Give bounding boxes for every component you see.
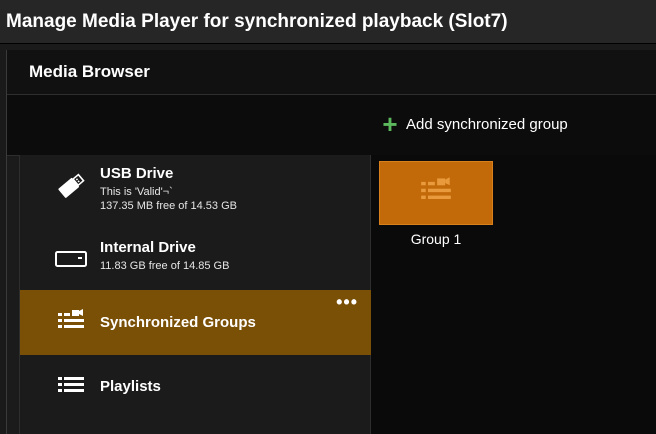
- drive-volume-label: This is 'Valid'¬`: [100, 186, 173, 198]
- sidebar-item-internal-drive[interactable]: Internal Drive 11.83 GB free of 14.85 GB: [20, 223, 372, 290]
- sidebar-item-label: Synchronized Groups: [100, 314, 256, 331]
- sidebar-item-usb-drive[interactable]: USB Drive This is 'Valid'¬` 137.35 MB fr…: [20, 155, 372, 223]
- synchronized-groups-icon: [54, 305, 88, 339]
- synchronized-groups-icon: [416, 175, 456, 212]
- window-title: Manage Media Player for synchronized pla…: [6, 10, 508, 32]
- media-browser-title: Media Browser: [29, 62, 150, 81]
- group-list-area: Group 1: [371, 155, 656, 434]
- add-synchronized-group-button[interactable]: + Add synchronized group: [380, 109, 568, 139]
- sidebar-item-synchronized-groups[interactable]: Synchronized Groups •••: [20, 290, 372, 355]
- sidebar-item-playlists[interactable]: Playlists: [20, 355, 372, 420]
- internal-drive-icon: [54, 242, 88, 276]
- playlist-icon: [54, 369, 88, 403]
- drive-free-space: 11.83 GB free of 14.85 GB: [100, 260, 230, 272]
- usb-drive-icon: [54, 169, 88, 203]
- sidebar-item-label: USB Drive: [100, 165, 174, 182]
- window-title-bar: Manage Media Player for synchronized pla…: [0, 0, 656, 44]
- sidebar-item-label: Playlists: [100, 378, 161, 395]
- group-label: Group 1: [410, 231, 462, 247]
- media-browser-header: Media Browser: [7, 50, 656, 94]
- sidebar-item-label: Internal Drive: [100, 239, 196, 256]
- add-synchronized-group-label: Add synchronized group: [406, 115, 568, 133]
- media-browser-panel: Media Browser + Add synchronized group U…: [6, 50, 656, 434]
- toolbar: + Add synchronized group: [7, 94, 656, 156]
- sidebar: USB Drive This is 'Valid'¬` 137.35 MB fr…: [19, 155, 372, 434]
- plus-icon: +: [382, 109, 398, 139]
- more-options-icon[interactable]: •••: [336, 292, 358, 313]
- drive-free-space: 137.35 MB free of 14.53 GB: [100, 200, 237, 212]
- group-tile[interactable]: [379, 161, 493, 225]
